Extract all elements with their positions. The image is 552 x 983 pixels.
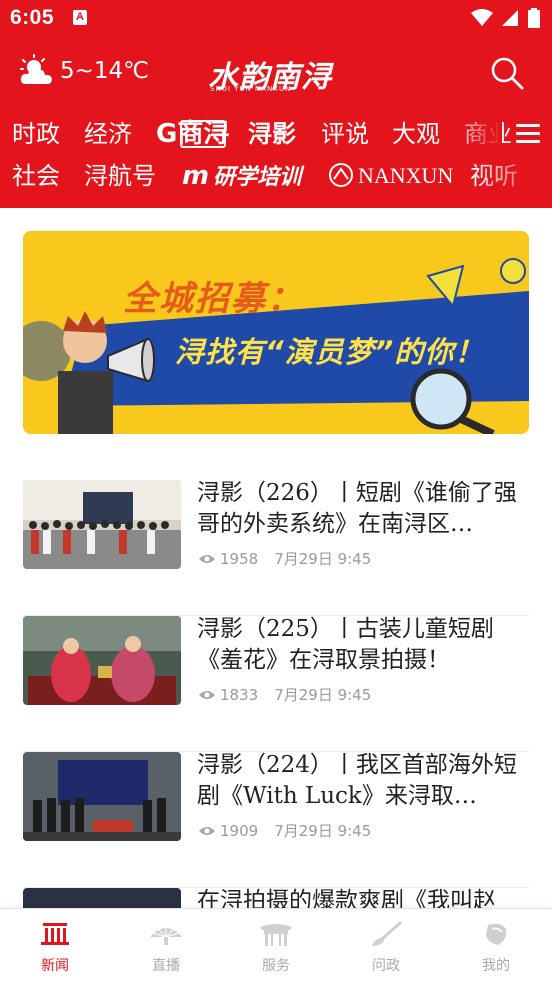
tab-society[interactable]: 社会 [12, 160, 60, 192]
battery-icon [528, 7, 540, 28]
study-training-label: 研学培训 [213, 165, 302, 190]
view-count: 1958 [220, 549, 259, 568]
menu-icon[interactable] [516, 124, 540, 144]
eye-icon [199, 554, 215, 563]
tab-commentary[interactable]: 评说 [321, 118, 369, 150]
row-fade [452, 114, 502, 156]
nanxun-logo-icon [329, 163, 353, 187]
news-thumbnail [23, 480, 181, 569]
tab-study-training[interactable]: m 研学培训 [182, 160, 301, 194]
channel-tabs: 时政 经济 G商浔 浔影 评说 大观 商业 社会 浔航号 m研学培训 NANXU… [0, 114, 552, 198]
news-icon [41, 923, 69, 945]
tab-politics[interactable]: 时政 [12, 118, 60, 150]
news-item[interactable]: 浔影（225）丨古装儿童短剧《羞花》在浔取景拍摄！ 1833 7月29日 9:4… [23, 616, 529, 752]
eye-icon [199, 826, 215, 835]
bottom-nav: 新闻 直播 服务 问政 我的 [0, 908, 552, 983]
nav-news[interactable]: 新闻 [15, 919, 95, 975]
tab-economy[interactable]: 经济 [84, 118, 132, 150]
nav-label: 服务 [262, 958, 290, 974]
news-meta: 1958 7月29日 9:45 [198, 548, 371, 569]
app-bar: 5~14℃ 水韵南浔 SHUI YUN NANXUN [0, 40, 552, 108]
channel-row-2: 社会 浔航号 m研学培训 NANXUN 视听 [0, 156, 552, 198]
tab-xunying[interactable]: 浔影 [248, 118, 296, 150]
news-title: 浔影（225）丨古装儿童短剧《羞花》在浔取景拍摄！ [197, 616, 494, 673]
nav-service[interactable]: 服务 [236, 919, 316, 975]
wifi-icon [470, 8, 493, 26]
nav-label: 问政 [372, 958, 400, 974]
signal-icon [501, 9, 518, 26]
promo-banner[interactable]: 全城招募： 浔找有“演员梦”的你！ [23, 231, 529, 434]
partly-cloudy-icon [20, 54, 52, 84]
tab-nanxun[interactable]: NANXUN [328, 160, 453, 192]
view-count: 1833 [220, 685, 259, 704]
study-training-logo-icon: m [182, 161, 210, 191]
live-icon [150, 925, 182, 945]
news-thumbnail [23, 752, 181, 841]
nav-label: 新闻 [41, 958, 69, 974]
weather-text: 5~14℃ [60, 58, 150, 84]
news-title: 浔影（224）丨我区首部海外短剧《With Luck》来浔取… [197, 752, 517, 809]
news-title: 浔影（226）丨短剧《谁偷了强哥的外卖系统》在南浔区… [197, 480, 517, 537]
banner-subheadline: 浔找有“演员梦”的你！ [175, 335, 485, 369]
row-fade-2 [472, 156, 552, 198]
g-shangxun-frame [180, 120, 226, 148]
publish-time: 7月29日 9:45 [274, 822, 372, 840]
nanxun-label: NANXUN [358, 163, 454, 188]
news-meta: 1833 7月29日 9:45 [198, 684, 371, 705]
header: 6:05 A 5~14℃ 水韵南浔 SHUI YUN NANXUN 时政 经济 … [0, 0, 552, 208]
nav-label: 我的 [482, 958, 510, 974]
search-icon[interactable] [490, 56, 524, 90]
status-icons [470, 7, 540, 29]
profile-icon [486, 923, 507, 945]
eye-icon [199, 690, 215, 699]
weather-widget[interactable]: 5~14℃ [18, 54, 149, 88]
news-thumbnail [23, 616, 181, 705]
publish-time: 7月29日 9:45 [274, 550, 372, 568]
publish-time: 7月29日 9:45 [274, 686, 372, 704]
channel-row-1: 时政 经济 G商浔 浔影 评说 大观 商业 [0, 114, 552, 156]
status-time: 6:05 [10, 6, 55, 29]
service-icon [260, 924, 292, 946]
nav-label: 直播 [152, 958, 180, 974]
nav-inquiry[interactable]: 问政 [346, 919, 426, 975]
nav-profile[interactable]: 我的 [456, 919, 536, 975]
app-logo: 水韵南浔 SHUI YUN NANXUN [208, 50, 344, 98]
news-meta: 1909 7月29日 9:45 [198, 820, 371, 841]
notification-badge: A [73, 10, 87, 25]
tab-overview[interactable]: 大观 [392, 118, 440, 150]
news-item[interactable]: 浔影（226）丨短剧《谁偷了强哥的外卖系统》在南浔区… 1958 7月29日 9… [23, 480, 529, 616]
logo-subtitle: SHUI YUN NANXUN [210, 85, 292, 93]
status-bar: 6:05 A [0, 0, 552, 38]
brush-icon [372, 921, 402, 946]
view-count: 1909 [220, 821, 259, 840]
banner-headline: 全城招募： [123, 279, 303, 319]
tab-xunhang[interactable]: 浔航号 [84, 160, 156, 192]
nav-live[interactable]: 直播 [126, 919, 206, 975]
news-item[interactable]: 浔影（224）丨我区首部海外短剧《With Luck》来浔取… 1909 7月2… [23, 752, 529, 888]
